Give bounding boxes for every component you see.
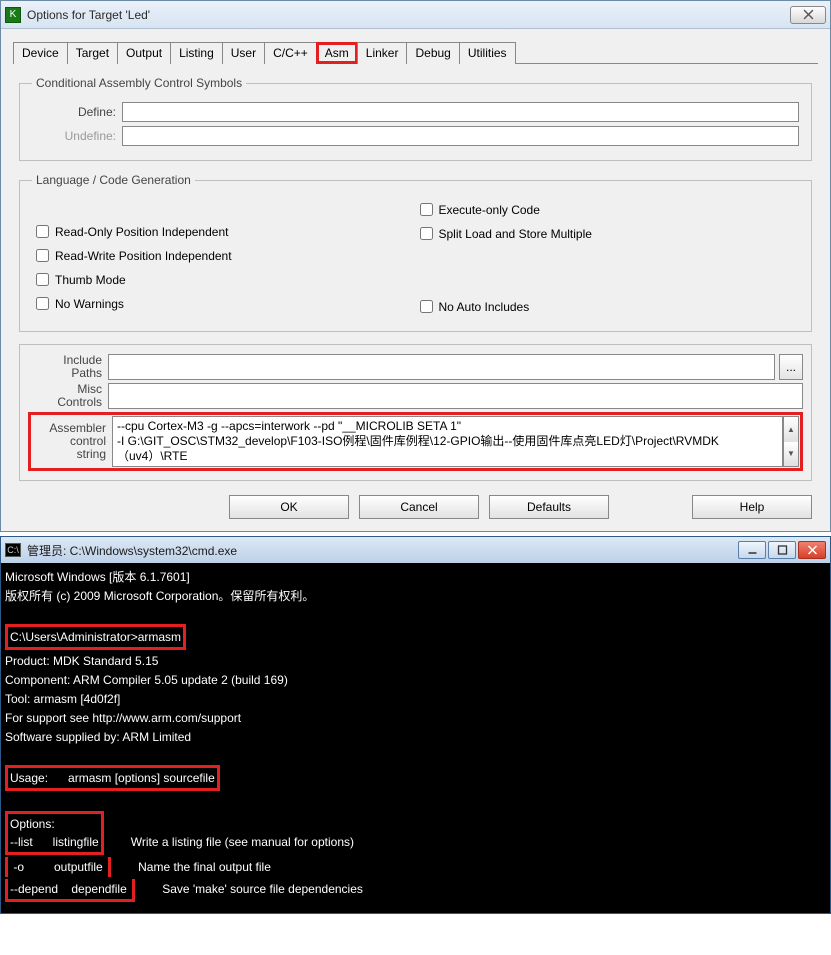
misc-controls-input[interactable] bbox=[108, 383, 803, 409]
cmd-line: Options: bbox=[10, 817, 55, 831]
group-conditional-symbols: Conditional Assembly Control Symbols Def… bbox=[19, 76, 812, 161]
cmd-line: Name the final output file bbox=[138, 860, 271, 874]
cmd-title: 管理员: C:\Windows\system32\cmd.exe bbox=[27, 542, 736, 559]
ok-button[interactable]: OK bbox=[229, 495, 349, 519]
minimize-button[interactable] bbox=[738, 541, 766, 559]
chk-readwrite-pi[interactable]: Read-Write Position Independent bbox=[32, 246, 416, 265]
cmd-line: Component: ARM Compiler 5.05 update 2 (b… bbox=[5, 673, 288, 687]
lang-left-col: Read-Only Position Independent Read-Writ… bbox=[32, 195, 416, 321]
lang-right-col: Execute-only Code Split Load and Store M… bbox=[416, 195, 800, 321]
group-lang-legend: Language / Code Generation bbox=[32, 173, 195, 187]
cancel-button[interactable]: Cancel bbox=[359, 495, 479, 519]
assembler-control-scroll[interactable]: ▲ ▼ bbox=[783, 416, 799, 467]
chk-execute-only[interactable]: Execute-only Code bbox=[416, 200, 800, 219]
chk-readwrite-pi-label: Read-Write Position Independent bbox=[55, 249, 232, 263]
options-dialog: K Options for Target 'Led' Device Target… bbox=[0, 0, 831, 532]
assembler-control-string-label: Assembler control string bbox=[32, 416, 112, 467]
assembler-control-string: --cpu Cortex-M3 -g --apcs=interwork --pd… bbox=[112, 416, 783, 467]
chk-split-load-store[interactable]: Split Load and Store Multiple bbox=[416, 224, 800, 243]
titlebar: K Options for Target 'Led' bbox=[1, 1, 830, 29]
tab-listing[interactable]: Listing bbox=[170, 42, 223, 64]
cmd-window: C:\ 管理员: C:\Windows\system32\cmd.exe Mic… bbox=[0, 536, 831, 914]
tab-linker[interactable]: Linker bbox=[357, 42, 408, 64]
cmd-line: Tool: armasm [4d0f2f] bbox=[5, 692, 120, 706]
app-icon: K bbox=[5, 7, 21, 23]
window-title: Options for Target 'Led' bbox=[27, 8, 790, 22]
cmd-line: Save 'make' source file dependencies bbox=[162, 882, 363, 896]
chk-thumb-mode-label: Thumb Mode bbox=[55, 273, 126, 287]
dialog-body: Conditional Assembly Control Symbols Def… bbox=[1, 64, 830, 489]
define-input[interactable] bbox=[122, 102, 799, 122]
group-paths: Include Paths ... Misc Controls Assemble… bbox=[19, 344, 812, 481]
chk-no-auto-includes[interactable]: No Auto Includes bbox=[416, 297, 800, 316]
cmd-line: 版权所有 (c) 2009 Microsoft Corporation。保留所有… bbox=[5, 589, 314, 603]
cmd-output[interactable]: Microsoft Windows [版本 6.1.7601] 版权所有 (c)… bbox=[1, 563, 830, 913]
cmd-usage-highlight: Usage: armasm [options] sourcefile bbox=[5, 765, 220, 791]
chk-no-warnings[interactable]: No Warnings bbox=[32, 294, 416, 313]
tab-asm[interactable]: Asm bbox=[316, 42, 358, 64]
chk-thumb-mode[interactable]: Thumb Mode bbox=[32, 270, 416, 289]
misc-controls-label: Misc Controls bbox=[28, 383, 108, 409]
tab-target[interactable]: Target bbox=[67, 42, 118, 64]
chk-execute-only-label: Execute-only Code bbox=[439, 203, 540, 217]
chk-readonly-pi-label: Read-Only Position Independent bbox=[55, 225, 228, 239]
cmd-line: --depend dependfile bbox=[10, 882, 130, 896]
undefine-input bbox=[122, 126, 799, 146]
tab-utilities[interactable]: Utilities bbox=[459, 42, 516, 64]
undefine-label: Undefine: bbox=[32, 129, 122, 143]
include-paths-input[interactable] bbox=[108, 354, 775, 380]
spin-up-icon[interactable]: ▲ bbox=[784, 417, 798, 442]
cmd-line: -o outputfile bbox=[10, 860, 106, 874]
dialog-buttons: OK Cancel Defaults Help bbox=[1, 489, 830, 531]
chk-no-warnings-label: No Warnings bbox=[55, 297, 124, 311]
maximize-button[interactable] bbox=[768, 541, 796, 559]
cmd-prompt-highlight: C:\Users\Administrator>armasm bbox=[5, 624, 186, 650]
include-paths-browse[interactable]: ... bbox=[779, 354, 803, 380]
tab-output[interactable]: Output bbox=[117, 42, 171, 64]
tab-ccpp[interactable]: C/C++ bbox=[264, 42, 317, 64]
cmd-options-highlight: Options: --list listingfile bbox=[5, 811, 104, 855]
define-label: Define: bbox=[32, 105, 122, 119]
group-conditional-legend: Conditional Assembly Control Symbols bbox=[32, 76, 246, 90]
close-button[interactable] bbox=[790, 6, 826, 24]
defaults-button[interactable]: Defaults bbox=[489, 495, 609, 519]
tab-user[interactable]: User bbox=[222, 42, 265, 64]
cmd-line: For support see http://www.arm.com/suppo… bbox=[5, 711, 241, 725]
cmd-options-highlight-row: --depend dependfile bbox=[5, 879, 135, 902]
spin-down-icon[interactable]: ▼ bbox=[784, 442, 798, 467]
cmd-line: Microsoft Windows [版本 6.1.7601] bbox=[5, 570, 190, 584]
cmd-options-highlight-row: -o outputfile bbox=[5, 857, 111, 877]
help-button[interactable]: Help bbox=[692, 495, 812, 519]
cmd-line: --list listingfile bbox=[10, 835, 99, 849]
group-lang-codegen: Language / Code Generation Read-Only Pos… bbox=[19, 173, 812, 332]
cmd-icon: C:\ bbox=[5, 543, 21, 557]
tab-debug[interactable]: Debug bbox=[406, 42, 459, 64]
chk-split-load-store-label: Split Load and Store Multiple bbox=[439, 227, 592, 241]
tab-device[interactable]: Device bbox=[13, 42, 68, 64]
cmd-line: Write a listing file (see manual for opt… bbox=[131, 835, 354, 849]
chk-no-auto-includes-label: No Auto Includes bbox=[439, 300, 530, 314]
include-paths-label: Include Paths bbox=[28, 354, 108, 380]
cmd-titlebar: C:\ 管理员: C:\Windows\system32\cmd.exe bbox=[1, 537, 830, 563]
cmd-close-button[interactable] bbox=[798, 541, 826, 559]
tab-bar: Device Target Output Listing User C/C++ … bbox=[13, 41, 818, 64]
chk-readonly-pi[interactable]: Read-Only Position Independent bbox=[32, 222, 416, 241]
cmd-line: Product: MDK Standard 5.15 bbox=[5, 654, 158, 668]
cmd-line: Software supplied by: ARM Limited bbox=[5, 730, 191, 744]
